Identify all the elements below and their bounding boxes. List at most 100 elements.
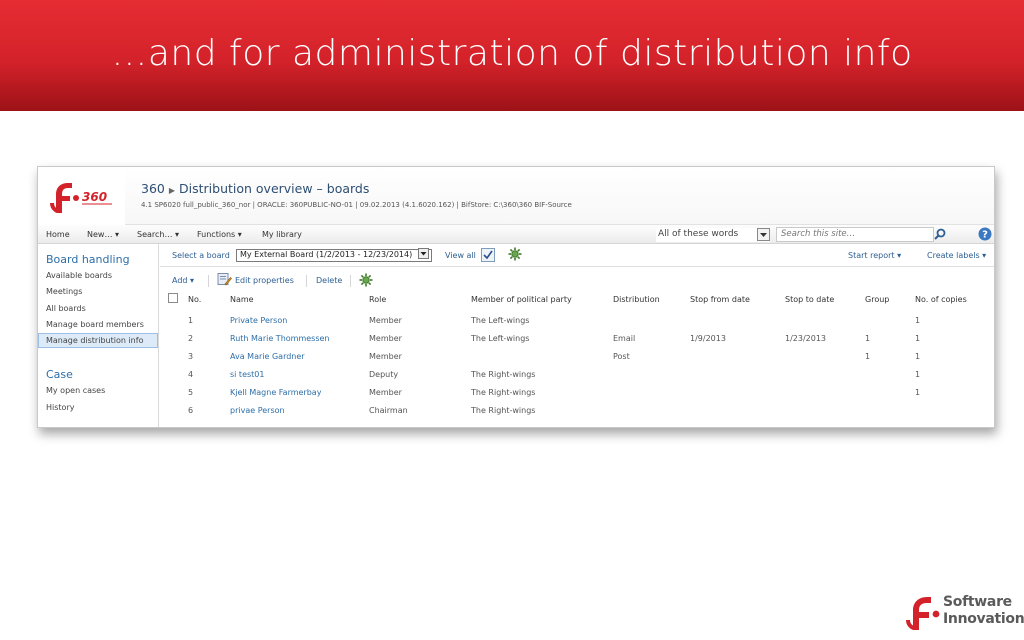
page-title: 360 ▶ Distribution overview – boards xyxy=(141,181,369,196)
cell-copies: 1 xyxy=(915,352,921,361)
add-button[interactable]: Add ▾ xyxy=(172,276,194,285)
create-labels-menu[interactable]: Create labels ▾ xyxy=(927,251,986,260)
cell-name[interactable]: Private Person xyxy=(230,316,287,325)
brand-name-line2: Innovation xyxy=(943,611,1024,627)
menu-new[interactable]: New… ▾ xyxy=(87,230,119,239)
header-name[interactable]: Name xyxy=(230,295,254,304)
toolbar-divider xyxy=(208,275,209,287)
cell-role: Member xyxy=(369,334,402,343)
cell-party: The Right-wings xyxy=(471,406,536,415)
cell-name[interactable]: privae Person xyxy=(230,406,285,415)
menu-my-library[interactable]: My library xyxy=(262,230,302,239)
table-row[interactable]: 3 Ava Marie Gardner Member Post 1 1 xyxy=(160,352,994,370)
header-no[interactable]: No. xyxy=(188,295,201,304)
cell-party: The Right-wings xyxy=(471,388,536,397)
select-all-checkbox[interactable] xyxy=(168,293,178,303)
header-distribution[interactable]: Distribution xyxy=(613,295,660,304)
cell-distribution: Post xyxy=(613,352,630,361)
header-no-of-copies[interactable]: No. of copies xyxy=(915,295,967,304)
nav-meetings[interactable]: Meetings xyxy=(46,287,82,296)
nav-manage-board-members[interactable]: Manage board members xyxy=(46,320,144,329)
menu-search[interactable]: Search… ▾ xyxy=(137,230,179,239)
cell-group: 1 xyxy=(865,334,871,343)
cell-role: Member xyxy=(369,352,402,361)
left-navigation: Board handling Available boards Meetings… xyxy=(38,244,159,427)
cell-name[interactable]: Ruth Marie Thommessen xyxy=(230,334,330,343)
app-screenshot: 360 360 ▶ Distribution overview – boards 4… xyxy=(37,166,995,428)
cell-role: Member xyxy=(369,388,402,397)
table-row[interactable]: 5 Kjell Magne Farmerbay Member The Right… xyxy=(160,388,994,406)
cell-distribution: Email xyxy=(613,334,636,343)
start-report-menu[interactable]: Start report ▾ xyxy=(848,251,901,260)
cell-name[interactable]: Kjell Magne Farmerbay xyxy=(230,388,321,397)
cell-role: Chairman xyxy=(369,406,408,415)
cell-no: 3 xyxy=(188,352,194,361)
nav-manage-distribution-info[interactable]: Manage distribution info xyxy=(46,336,143,345)
header-political-party[interactable]: Member of political party xyxy=(471,295,572,304)
view-all-label[interactable]: View all xyxy=(445,251,476,260)
header-stop-to-date[interactable]: Stop to date xyxy=(785,295,834,304)
slide-header: …and for administration of distribution … xyxy=(0,0,1024,111)
nav-section-case[interactable]: Case xyxy=(46,368,73,381)
cell-no: 1 xyxy=(188,316,194,325)
app-header: 360 360 ▶ Distribution overview – boards 4… xyxy=(38,167,994,225)
breadcrumb-arrow-icon: ▶ xyxy=(168,186,176,195)
cell-stop-to: 1/23/2013 xyxy=(785,334,827,343)
cell-role: Deputy xyxy=(369,370,399,379)
slide-title: …and for administration of distribution … xyxy=(111,33,913,74)
table-row[interactable]: 4 si test01 Deputy The Right-wings 1 xyxy=(160,370,994,388)
search-scope-select[interactable]: All of these words xyxy=(656,228,770,242)
search-input[interactable]: Search this site… xyxy=(776,227,934,242)
settings-gear-icon[interactable] xyxy=(508,247,522,261)
cell-group: 1 xyxy=(865,352,871,361)
cell-party: The Left-wings xyxy=(471,316,530,325)
cell-name[interactable]: Ava Marie Gardner xyxy=(230,352,305,361)
nav-section-board-handling[interactable]: Board handling xyxy=(46,253,130,266)
header-group[interactable]: Group xyxy=(865,295,889,304)
nav-all-boards[interactable]: All boards xyxy=(46,304,86,313)
scope-dropdown-icon[interactable] xyxy=(757,228,770,241)
edit-properties-icon[interactable] xyxy=(217,272,232,286)
table-row[interactable]: 2 Ruth Marie Thommessen Member The Left-… xyxy=(160,334,994,352)
nav-available-boards[interactable]: Available boards xyxy=(46,271,112,280)
board-select-dropdown-icon[interactable] xyxy=(418,248,429,259)
cell-name[interactable]: si test01 xyxy=(230,370,264,379)
page-subtitle: 4.1 SP6020 full_public_360_nor | ORACLE:… xyxy=(141,201,572,209)
menu-home[interactable]: Home xyxy=(46,230,70,239)
cell-party: The Right-wings xyxy=(471,370,536,379)
svg-text:?: ? xyxy=(982,230,988,241)
view-all-checkbox[interactable] xyxy=(481,248,495,262)
menu-functions[interactable]: Functions ▾ xyxy=(197,230,242,239)
logo-area: 360 xyxy=(38,167,125,225)
cell-no: 2 xyxy=(188,334,194,343)
brand-name-line1: Software xyxy=(943,594,1012,610)
nav-history[interactable]: History xyxy=(46,403,74,412)
cell-copies: 1 xyxy=(915,316,921,325)
cell-stop-from: 1/9/2013 xyxy=(690,334,726,343)
select-board-label: Select a board xyxy=(172,251,230,260)
logo-360-icon[interactable]: 360 xyxy=(48,179,120,213)
action-gear-icon[interactable] xyxy=(359,273,373,287)
help-icon[interactable]: ? xyxy=(978,227,992,241)
cell-party: The Left-wings xyxy=(471,334,530,343)
cell-copies: 1 xyxy=(915,370,921,379)
board-select[interactable]: My External Board (1/2/2013 - 12/23/2014… xyxy=(236,249,432,262)
breadcrumb-current: Distribution overview – boards xyxy=(179,181,370,196)
header-role[interactable]: Role xyxy=(369,295,386,304)
toolbar-divider xyxy=(350,275,351,287)
top-menu-bar: Home New… ▾ Search… ▾ Functions ▾ My lib… xyxy=(38,225,994,244)
search-icon[interactable] xyxy=(932,227,948,242)
cell-no: 4 xyxy=(188,370,194,379)
table-row[interactable]: 1 Private Person Member The Left-wings 1 xyxy=(160,316,994,334)
nav-my-open-cases[interactable]: My open cases xyxy=(46,386,105,395)
action-toolbar: Add ▾ Edit properties Delete xyxy=(160,267,994,291)
edit-properties-button[interactable]: Edit properties xyxy=(235,276,294,285)
delete-button[interactable]: Delete xyxy=(316,276,342,285)
toolbar-divider xyxy=(306,275,307,287)
svg-text:360: 360 xyxy=(82,190,107,204)
breadcrumb-root[interactable]: 360 xyxy=(141,181,165,196)
cell-no: 6 xyxy=(188,406,194,415)
header-stop-from-date[interactable]: Stop from date xyxy=(690,295,750,304)
cell-role: Member xyxy=(369,316,402,325)
table-row[interactable]: 6 privae Person Chairman The Right-wings xyxy=(160,406,994,424)
